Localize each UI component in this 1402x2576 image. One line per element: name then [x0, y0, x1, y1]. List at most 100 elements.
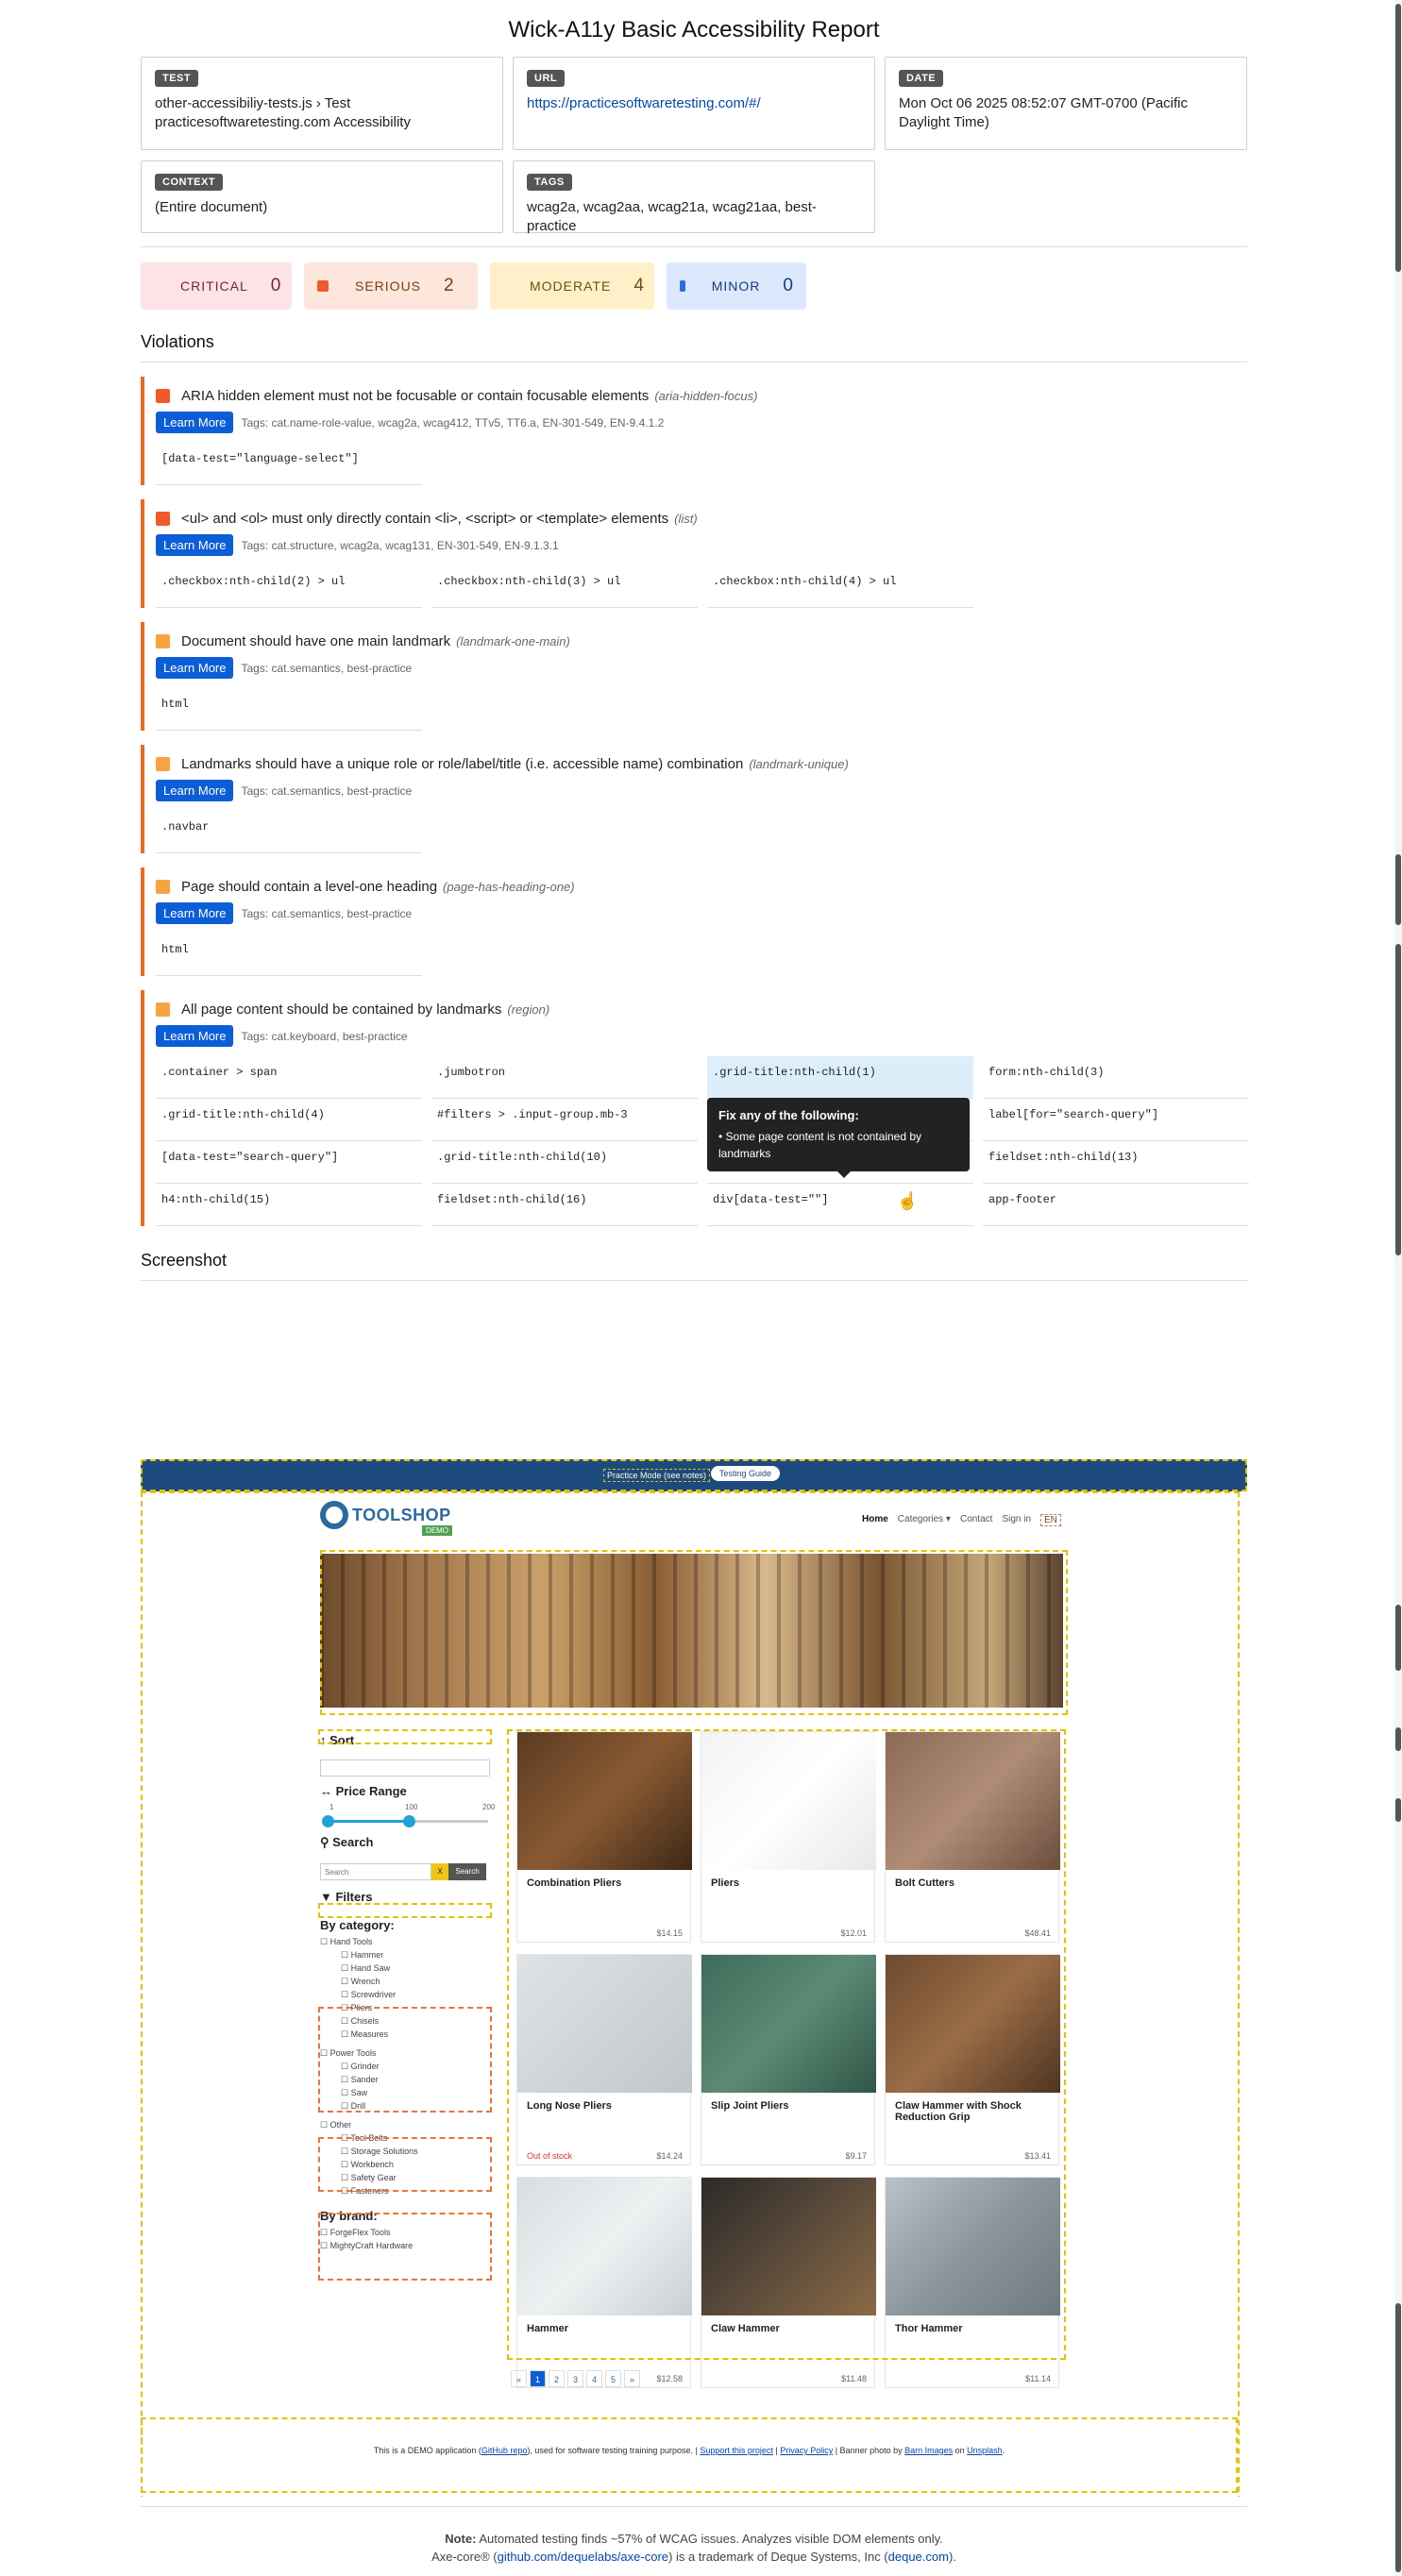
- rule-id: (page-has-heading-one): [443, 880, 575, 894]
- divider: [141, 246, 1247, 247]
- violations-heading: Violations: [141, 332, 214, 351]
- axe-core-link[interactable]: github.com/dequelabs/axe-core: [498, 2550, 668, 2564]
- selector-list: html: [156, 934, 1247, 976]
- selector-node[interactable]: html: [156, 688, 422, 731]
- scrollbar-thumb[interactable]: [1395, 944, 1401, 1255]
- violation-outline: [318, 2137, 492, 2192]
- search-input[interactable]: [320, 1863, 431, 1880]
- sort-select[interactable]: [320, 1759, 490, 1776]
- selector-node[interactable]: [data-test="search-query"]: [156, 1141, 422, 1184]
- checkbox-hand-tools[interactable]: ☐ Hand Tools: [320, 1935, 490, 1948]
- page-link[interactable]: 4: [586, 2370, 602, 2387]
- meta-test: TEST other-accessibiliy-tests.js › Test …: [141, 57, 503, 150]
- scrollbar-thumb[interactable]: [1395, 1798, 1401, 1822]
- selector-node[interactable]: .grid-title:nth-child(4): [156, 1099, 422, 1141]
- selector-node[interactable]: app-footer: [983, 1184, 1249, 1226]
- checkbox-other[interactable]: ☐ Other: [320, 2118, 490, 2131]
- filter-checkbox[interactable]: ☐ Wrench: [341, 1975, 490, 1988]
- url-link[interactable]: https://practicesoftwaretesting.com/#/: [527, 95, 761, 111]
- scrollbar-thumb[interactable]: [1395, 854, 1401, 925]
- page-link[interactable]: 1: [530, 2370, 546, 2387]
- selector-list: html: [156, 688, 1247, 731]
- selector-node[interactable]: label[for="search-query"]: [983, 1099, 1249, 1141]
- minor-square-icon: [680, 280, 685, 292]
- learn-more-button[interactable]: Learn More: [156, 412, 234, 433]
- violation-outline: [141, 2417, 1238, 2493]
- selector-node[interactable]: h4:nth-child(15): [156, 1184, 422, 1226]
- selector-node[interactable]: fieldset:nth-child(13): [983, 1141, 1249, 1184]
- selector-node[interactable]: .grid-title:nth-child(10): [431, 1141, 698, 1184]
- selector-node[interactable]: .checkbox:nth-child(4) > ul: [707, 565, 973, 608]
- violation-tags-line: Learn More Tags: cat.semantics, best-pra…: [156, 902, 1247, 924]
- meta-value: other-accessibiliy-tests.js › Test pract…: [155, 95, 411, 130]
- price-slider[interactable]: 1 100 200: [320, 1801, 495, 1835]
- scrollbar-thumb[interactable]: [1395, 1605, 1401, 1671]
- selector-node[interactable]: .checkbox:nth-child(2) > ul: [156, 565, 422, 608]
- meta-tags: TAGS wcag2a, wcag2aa, wcag21a, wcag21aa,…: [513, 160, 875, 234]
- range-max: 200: [482, 1803, 496, 1811]
- clear-search-button[interactable]: X: [431, 1863, 448, 1880]
- note-text: ) is a trademark of Deque Systems, Inc (: [668, 2550, 888, 2564]
- violation-tags: Tags: cat.semantics, best-practice: [241, 783, 413, 798]
- meta-label: TAGS: [527, 174, 572, 191]
- selector-node[interactable]: div[data-test=""]: [707, 1184, 973, 1226]
- slider-handle[interactable]: [322, 1815, 334, 1827]
- violation-tags-line: Learn More Tags: cat.keyboard, best-prac…: [156, 1025, 1247, 1047]
- violation-tags: Tags: cat.semantics, best-practice: [241, 906, 413, 920]
- violation-outline: [318, 2213, 492, 2281]
- search-group: X Search: [320, 1863, 490, 1880]
- count-number: 4: [633, 276, 644, 295]
- selector-node[interactable]: .container > span: [156, 1056, 422, 1099]
- violation-tags: Tags: cat.structure, wcag2a, wcag131, EN…: [241, 538, 559, 552]
- filter-checkbox[interactable]: ☐ Hammer: [341, 1948, 490, 1961]
- selector-list: .container > span .jumbotron .grid-title:n…: [156, 1056, 1249, 1226]
- selector-node[interactable]: html: [156, 934, 422, 976]
- learn-more-button[interactable]: Learn More: [156, 534, 234, 556]
- product-price: $11.14: [1025, 2374, 1051, 2383]
- selector-node[interactable]: .jumbotron: [431, 1056, 698, 1099]
- selector-node[interactable]: fieldset:nth-child(16): [431, 1184, 698, 1226]
- page-link[interactable]: »: [624, 2370, 640, 2387]
- violation-tags-line: Learn More Tags: cat.structure, wcag2a, …: [156, 534, 1247, 556]
- selector-node[interactable]: #filters > .input-group.mb-3: [431, 1099, 698, 1141]
- violation-tags-line: Learn More Tags: cat.name-role-value, wc…: [156, 412, 1247, 433]
- selector-node[interactable]: [data-test="language-select"]: [156, 443, 422, 485]
- scrollbar-thumb[interactable]: [1395, 1727, 1401, 1751]
- page-link[interactable]: 2: [549, 2370, 565, 2387]
- filter-checkbox[interactable]: ☐ Hand Saw: [341, 1961, 490, 1975]
- learn-more-button[interactable]: Learn More: [156, 1025, 234, 1047]
- search-button[interactable]: Search: [448, 1863, 486, 1880]
- violation-outline: [320, 1550, 1068, 1715]
- selector-node[interactable]: .grid-title:nth-child(1): [707, 1056, 973, 1099]
- deque-link[interactable]: deque.com: [888, 2550, 949, 2564]
- page-link[interactable]: 3: [567, 2370, 583, 2387]
- learn-more-button[interactable]: Learn More: [156, 902, 234, 924]
- meta-context: CONTEXT (Entire document): [141, 160, 503, 233]
- selector-node[interactable]: .checkbox:nth-child(3) > ul: [431, 565, 698, 608]
- violation-outline: [318, 2007, 492, 2113]
- violation-landmark-unique: Landmarks should have a unique role or r…: [141, 745, 1247, 853]
- learn-more-button[interactable]: Learn More: [156, 780, 234, 801]
- slider-handle[interactable]: [403, 1815, 415, 1827]
- note-text: ).: [948, 2550, 956, 2564]
- violation-title: Landmarks should have a unique role or r…: [181, 756, 744, 772]
- filter-checkbox[interactable]: ☐ Screwdriver: [341, 1988, 490, 2001]
- selector-node[interactable]: form:nth-child(3): [983, 1056, 1249, 1099]
- scrollbar-thumb[interactable]: [1395, 2303, 1401, 2572]
- violation-title: Document should have one main landmark: [181, 633, 451, 649]
- page-link[interactable]: 5: [605, 2370, 621, 2387]
- moderate-square-icon: [156, 757, 170, 771]
- selector-node[interactable]: .navbar: [156, 811, 422, 853]
- search-heading-text: Search: [332, 1835, 374, 1849]
- violation-header: All page content should be contained by …: [156, 1002, 1247, 1018]
- fix-tooltip: Fix any of the following: • Some page co…: [707, 1098, 970, 1178]
- violation-title: All page content should be contained by …: [181, 1002, 502, 1018]
- learn-more-button[interactable]: Learn More: [156, 657, 234, 679]
- scrollbar-thumb[interactable]: [1395, 4, 1401, 272]
- violation-tags-line: Learn More Tags: cat.semantics, best-pra…: [156, 657, 1247, 679]
- note-text: Axe-core® (: [431, 2550, 498, 2564]
- count-label: CRITICAL: [180, 278, 248, 294]
- page-link[interactable]: «: [511, 2370, 527, 2387]
- meta-value: wcag2a, wcag2aa, wcag21a, wcag21aa, best…: [527, 199, 817, 234]
- page-scrollbar[interactable]: [1394, 0, 1402, 2576]
